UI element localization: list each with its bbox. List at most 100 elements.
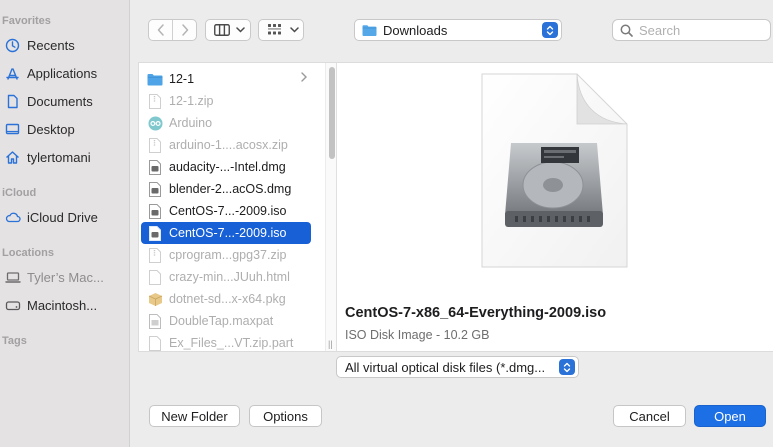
list-item[interactable]: blender-2...acOS.dmg [141, 178, 311, 200]
columns-view-icon [214, 24, 230, 36]
sidebar-item-home[interactable]: tylertomani [0, 145, 130, 169]
sidebar-item-applications[interactable]: Applications [0, 61, 130, 85]
section-icloud: iCloud [2, 187, 37, 199]
preview-file-name: CentOS-7-x86_64-Everything-2009.iso [345, 305, 607, 321]
location-label: Downloads [383, 22, 448, 38]
sidebar-item-icloud-drive[interactable]: iCloud Drive [0, 205, 130, 229]
file-name: crazy-min...JUuh.html [169, 270, 290, 284]
forward-button[interactable] [173, 20, 196, 40]
clock-icon [4, 37, 21, 54]
sidebar-item-mac[interactable]: Tyler’s Mac... [0, 265, 130, 289]
list-item[interactable]: arduino-1....acosx.zip [141, 134, 311, 156]
file-name: CentOS-7...-2009.iso [169, 226, 287, 240]
file-browser: 12-1 12-1.zip Arduino arduino-1....acosx… [138, 62, 773, 352]
sidebar-item-label: Tyler’s Mac... [27, 269, 104, 285]
location-popup[interactable]: Downloads [354, 19, 562, 41]
list-item[interactable]: crazy-min...JUuh.html [141, 266, 311, 288]
list-item[interactable]: 12-1.zip [141, 90, 311, 112]
disk-image-icon [147, 159, 163, 175]
search-field[interactable] [612, 19, 771, 41]
file-name: DoubleTap.maxpat [169, 314, 274, 328]
section-locations: Locations [2, 247, 54, 259]
file-name: cprogram...gpg37.zip [169, 248, 287, 262]
list-item-selected[interactable]: CentOS-7...-2009.iso [141, 222, 311, 244]
list-item[interactable]: Arduino [141, 112, 311, 134]
file-column: 12-1 12-1.zip Arduino arduino-1....acosx… [139, 63, 325, 351]
folder-icon [362, 25, 377, 36]
cloud-icon [4, 209, 21, 226]
file-name: Arduino [169, 116, 213, 130]
section-tags: Tags [2, 335, 27, 347]
chevron-right-icon [301, 72, 307, 82]
sidebar-item-label: Macintosh... [27, 297, 98, 313]
applications-icon [4, 65, 21, 82]
sidebar-item-label: Documents [27, 93, 93, 109]
partial-download-icon [147, 335, 163, 351]
sidebar-item-label: Desktop [27, 121, 75, 137]
list-item[interactable]: 12-1 [141, 68, 311, 90]
sidebar-item-macintosh-hd[interactable]: Macintosh... [0, 293, 130, 317]
preview-pane: CentOS-7-x86_64-Everything-2009.iso ISO … [337, 63, 773, 351]
new-folder-button[interactable]: New Folder [149, 405, 240, 427]
list-item[interactable]: Ex_Files_...VT.zip.part [141, 332, 311, 354]
disk-image-icon [147, 225, 163, 241]
file-name: 12-1.zip [169, 94, 214, 108]
html-file-icon [147, 269, 163, 285]
open-button[interactable]: Open [694, 405, 766, 427]
preview-file-kind: ISO Disk Image - 10.2 GB [345, 328, 490, 342]
file-name: CentOS-7...-2009.iso [169, 204, 287, 218]
zip-file-icon [147, 137, 163, 153]
popup-arrows-icon [559, 359, 575, 375]
zip-file-icon [147, 247, 163, 263]
disk-image-icon [147, 181, 163, 197]
file-name: Ex_Files_...VT.zip.part [169, 336, 294, 350]
cancel-button[interactable]: Cancel [613, 405, 686, 427]
file-name: 12-1 [169, 72, 195, 86]
group-by-button[interactable] [258, 19, 304, 41]
search-input[interactable] [639, 22, 759, 38]
grid-group-icon [268, 24, 281, 35]
scroll-thumb[interactable] [329, 67, 335, 159]
column-resize-handle[interactable]: || [328, 339, 333, 349]
search-icon [620, 24, 633, 37]
chevron-left-icon [157, 24, 164, 36]
sidebar-item-label: iCloud Drive [27, 209, 98, 225]
list-item[interactable]: cprogram...gpg37.zip [141, 244, 311, 266]
chevron-down-icon [290, 27, 299, 33]
sidebar-item-label: tylertomani [27, 149, 91, 165]
disk-icon [4, 297, 21, 314]
folder-icon [147, 71, 163, 87]
file-dialog-main: Downloads 12-1 12-1.zip [130, 0, 773, 447]
options-button[interactable]: Options [249, 405, 322, 427]
desktop-icon [4, 121, 21, 138]
back-forward-control [148, 19, 197, 41]
file-name: audacity-...-Intel.dmg [169, 160, 286, 174]
disk-image-icon [147, 203, 163, 219]
file-type-filter[interactable]: All virtual optical disk files (*.dmg... [336, 356, 579, 378]
list-item[interactable]: DoubleTap.maxpat [141, 310, 311, 332]
view-mode-button[interactable] [205, 19, 251, 41]
zip-file-icon [147, 93, 163, 109]
file-name: blender-2...acOS.dmg [169, 182, 292, 196]
package-icon [147, 291, 163, 307]
sidebar-item-desktop[interactable]: Desktop [0, 117, 130, 141]
maxpat-file-icon [147, 313, 163, 329]
document-icon [4, 93, 21, 110]
popup-arrows-icon [542, 22, 558, 38]
hard-disk-document-icon [481, 73, 628, 268]
sidebar: Favorites Recents Applications Documents… [0, 0, 130, 447]
sidebar-item-label: Applications [27, 65, 98, 81]
home-icon [4, 149, 21, 166]
section-favorites: Favorites [2, 15, 51, 27]
file-name: arduino-1....acosx.zip [169, 138, 288, 152]
file-name: dotnet-sd...x-x64.pkg [169, 292, 286, 306]
list-item[interactable]: audacity-...-Intel.dmg [141, 156, 311, 178]
file-column-scrollbar[interactable] [325, 63, 337, 351]
sidebar-item-recents[interactable]: Recents [0, 33, 130, 57]
sidebar-item-documents[interactable]: Documents [0, 89, 130, 113]
file-type-filter-label: All virtual optical disk files (*.dmg... [345, 359, 546, 375]
back-button[interactable] [149, 20, 172, 40]
list-item[interactable]: dotnet-sd...x-x64.pkg [141, 288, 311, 310]
list-item[interactable]: CentOS-7...-2009.iso [141, 200, 311, 222]
arduino-app-icon [147, 115, 163, 131]
